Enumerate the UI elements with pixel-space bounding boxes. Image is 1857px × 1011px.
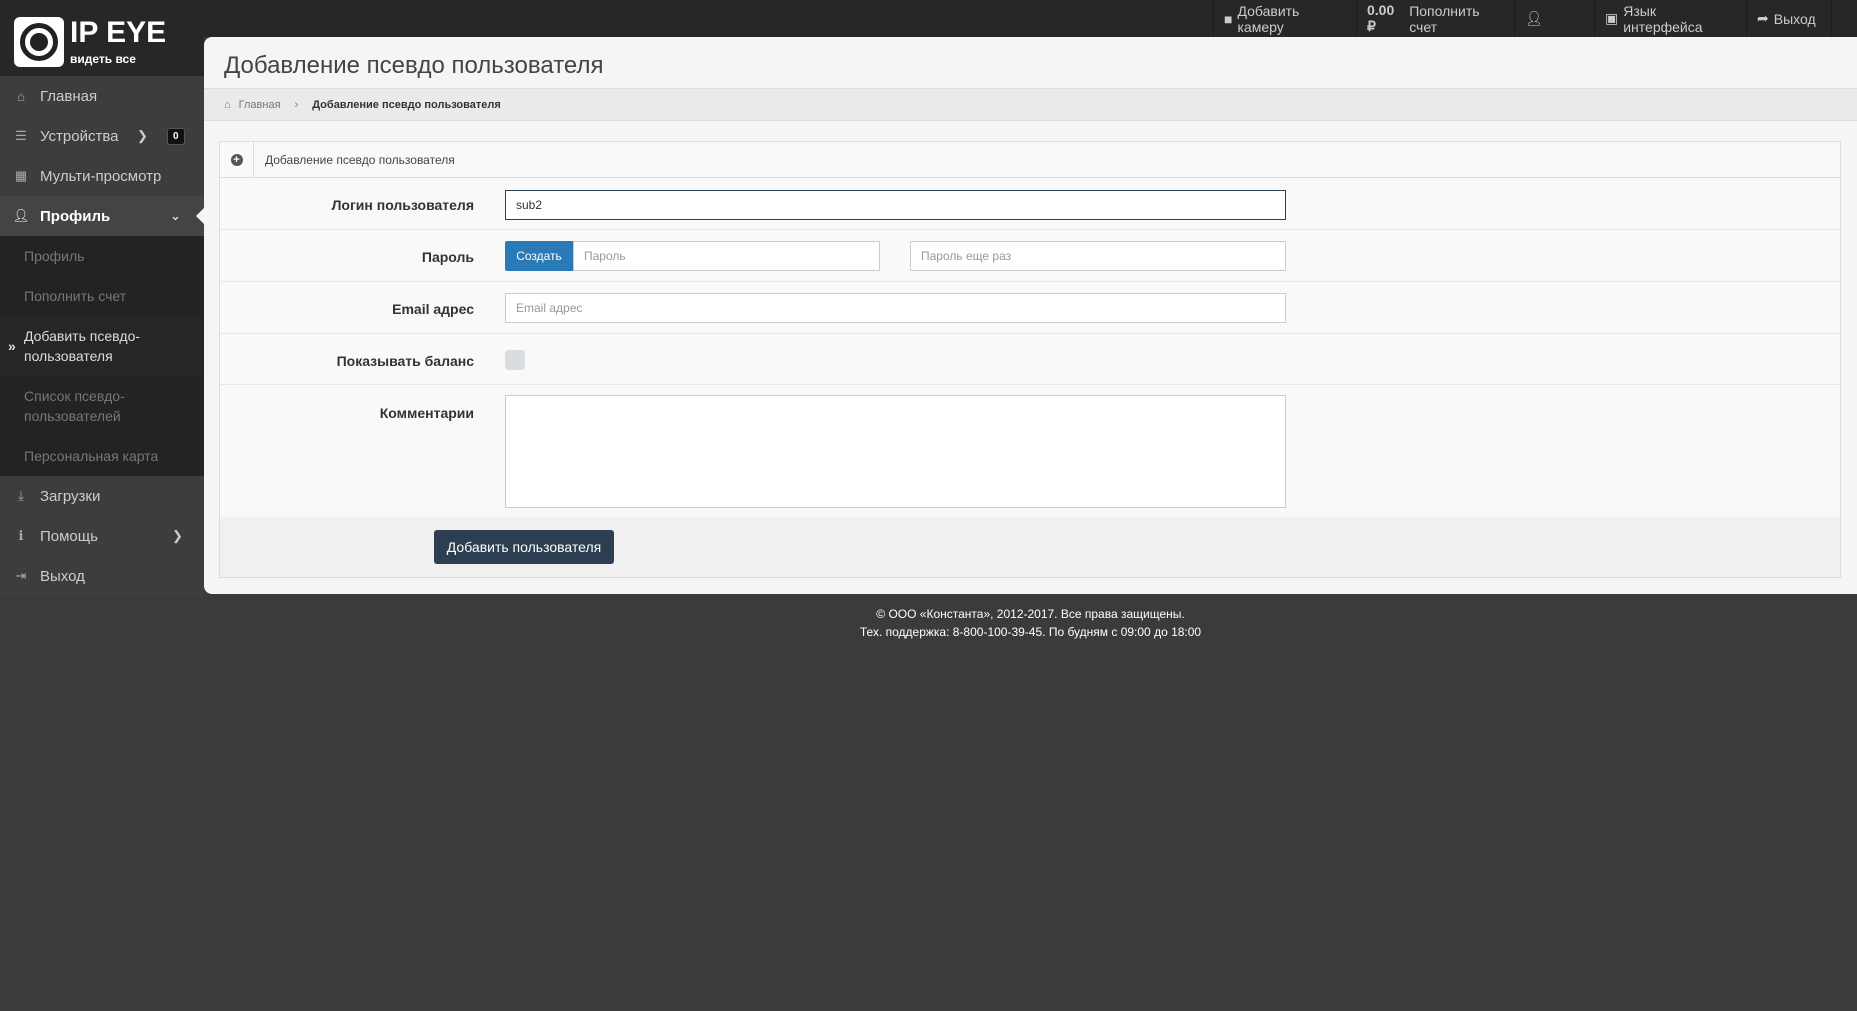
submenu-personal-map[interactable]: Персональная карта: [0, 436, 204, 476]
comments-label: Комментарии: [379, 405, 474, 421]
email-label: Email адрес: [392, 301, 474, 317]
balance-row: Показывать баланс: [220, 334, 1840, 385]
sign-out-icon: ⇥: [15, 568, 27, 583]
home-icon: ⌂: [17, 88, 25, 104]
info-icon: ℹ: [18, 528, 24, 543]
password-label: Пароль: [421, 249, 474, 265]
top-bar: ■ Добавить камеру 0.00 ₽ Пополнить счет 👤︎…: [0, 0, 1857, 37]
form-actions: Добавить пользователя: [220, 517, 1840, 577]
login-input[interactable]: sub2: [505, 190, 1286, 220]
user-icon: 👤︎: [12, 208, 30, 223]
sidebar-item-profile[interactable]: 👤︎ Профиль ⌄: [0, 196, 204, 236]
chevron-right-icon: ❯: [172, 528, 183, 543]
comments-textarea[interactable]: [505, 395, 1286, 508]
breadcrumb: ⌂ Главная › Добавление псевдо пользовате…: [204, 88, 1857, 121]
show-balance-checkbox[interactable]: [505, 350, 525, 370]
page-title: Добавление псевдо пользователя: [224, 52, 604, 79]
sidebar-item-multiview[interactable]: ▦ Мульти-просмотр: [0, 156, 204, 196]
password-input[interactable]: Пароль: [573, 241, 880, 271]
support-text: Тех. поддержка: 8-800-100-39-45. По будн…: [859, 625, 1202, 639]
add-user-form: + Добавление псевдо пользователя Логин по…: [219, 141, 1841, 578]
logo-tagline: видеть все: [70, 52, 136, 66]
chevron-right-icon: ❯: [137, 128, 148, 143]
grid-icon: ▦: [14, 168, 28, 183]
home-icon: ⌂: [224, 98, 231, 111]
submenu-add-pseudo-user[interactable]: » Добавить псевдо-пользователя: [0, 316, 204, 376]
chevron-right-icon: ›: [294, 98, 299, 111]
sidebar-item-help[interactable]: ℹ Помощь ❯: [0, 516, 204, 556]
chevron-down-icon: ⌄: [170, 208, 181, 223]
language-button[interactable]: ▣ Язык интерфейса: [1594, 0, 1746, 37]
plus-circle-icon: +: [220, 142, 254, 177]
video-camera-icon: ■: [1224, 10, 1233, 27]
balance-value: 0.00 ₽: [1367, 2, 1395, 34]
logo-title: IP EYE: [70, 16, 167, 49]
form-header: + Добавление псевдо пользователя: [220, 142, 1840, 178]
comments-row: Комментарии: [220, 385, 1840, 519]
add-camera-button[interactable]: ■ Добавить камеру: [1213, 0, 1356, 37]
sidebar-item-devices[interactable]: ☰ Устройства ❯ 0: [0, 116, 204, 156]
email-row: Email адрес Email адрес: [220, 282, 1840, 334]
email-input[interactable]: Email адрес: [505, 293, 1286, 323]
breadcrumb-home[interactable]: Главная: [239, 99, 281, 111]
logout-button[interactable]: ➦ Выход: [1746, 0, 1832, 37]
login-label: Логин пользователя: [331, 197, 474, 213]
user-menu-button[interactable]: 👤︎: [1514, 0, 1604, 37]
breadcrumb-current: Добавление псевдо пользователя: [312, 98, 501, 111]
login-row: Логин пользователя sub2: [220, 178, 1840, 230]
profile-submenu: Профиль Пополнить счет » Добавить псевдо-…: [0, 236, 204, 476]
language-icon: ▣: [1605, 10, 1619, 26]
password-repeat-input[interactable]: Пароль еще раз: [910, 241, 1286, 271]
show-balance-label: Показывать баланс: [336, 353, 474, 369]
add-user-button[interactable]: Добавить пользователя: [434, 530, 614, 564]
share-arrow-icon: ➦: [1757, 10, 1769, 26]
top-up-button[interactable]: 0.00 ₽ Пополнить счет: [1356, 0, 1514, 37]
sidebar-item-logout[interactable]: ⇥ Выход: [0, 556, 204, 596]
copyright-text: © ООО «Константа», 2012-2017. Все права …: [876, 607, 1185, 621]
list-icon: ☰: [15, 128, 27, 143]
password-row: Пароль Создать Пароль Пароль еще раз: [220, 230, 1840, 282]
user-icon: 👤︎: [1525, 10, 1543, 26]
main-content: Добавление псевдо пользователя ⌂ Главная…: [204, 37, 1857, 594]
devices-count-badge: 0: [167, 127, 185, 145]
eye-logo-icon: [14, 17, 64, 67]
generate-password-button[interactable]: Создать: [505, 241, 573, 271]
submenu-profile[interactable]: Профиль: [0, 236, 204, 276]
download-icon: ⤓: [18, 488, 24, 503]
sidebar: ⌂ Главная ☰ Устройства ❯ 0 ▦ Мульти-просмотр …: [0, 76, 204, 596]
sidebar-item-home[interactable]: ⌂ Главная: [0, 76, 204, 116]
page-footer: © ООО «Константа», 2012-2017. Все права …: [204, 605, 1857, 641]
double-chevron-icon: »: [8, 338, 16, 354]
submenu-top-up[interactable]: Пополнить счет: [0, 276, 204, 316]
sidebar-item-downloads[interactable]: ⤓ Загрузки: [0, 476, 204, 516]
logo[interactable]: IP EYE видеть все: [14, 16, 167, 69]
submenu-pseudo-user-list[interactable]: Список псевдо-пользователей: [0, 376, 204, 436]
